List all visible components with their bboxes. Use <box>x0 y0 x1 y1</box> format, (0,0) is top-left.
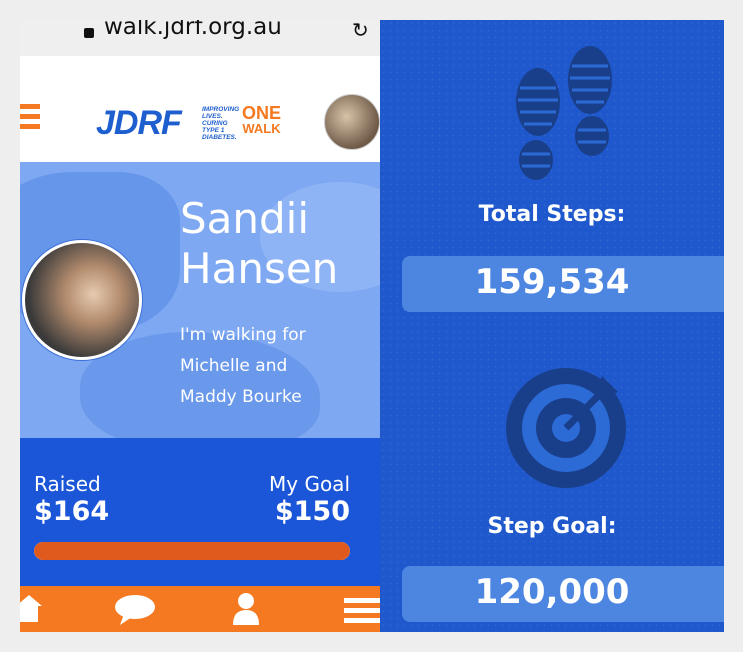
fundraising-stats: Raised $164 My Goal $150 <box>20 438 380 586</box>
goal-value: $150 <box>274 496 350 527</box>
jdrf-logo[interactable]: JDRF <box>96 104 182 143</box>
profile-icon[interactable] <box>232 592 260 626</box>
footprints-icon <box>516 46 612 180</box>
fundraising-page: walk.jdrf.org.au ↻ JDRF IMPROVING LIVES.… <box>20 20 380 632</box>
raised-value: $164 <box>34 496 110 527</box>
total-steps-value: 159,534 <box>474 262 630 302</box>
steps-panel: Total Steps: 159,534 Step Goal: 120,000 <box>380 20 724 632</box>
profile-hero: Sandii Hansen I'm walking for Michelle a… <box>20 162 380 438</box>
lock-icon <box>84 28 94 38</box>
composite-screenshot: walk.jdrf.org.au ↻ JDRF IMPROVING LIVES.… <box>20 20 724 632</box>
raised-label: Raised <box>34 472 101 496</box>
target-icon <box>506 368 626 488</box>
logo-tagline: IMPROVING LIVES. CURING TYPE 1 DIABETES. <box>202 106 240 141</box>
screenshot-frame: walk.jdrf.org.au ↻ JDRF IMPROVING LIVES.… <box>0 0 743 652</box>
header-avatar[interactable] <box>324 94 380 150</box>
progress-fill <box>34 542 350 560</box>
browser-url-bar[interactable]: walk.jdrf.org.au ↻ <box>20 20 380 57</box>
total-steps-label: Total Steps: <box>478 202 626 227</box>
url-text[interactable]: walk.jdrf.org.au <box>104 20 282 40</box>
menu-icon[interactable] <box>344 596 380 626</box>
bottom-nav <box>20 586 380 632</box>
chat-icon[interactable] <box>114 594 156 626</box>
step-goal-label: Step Goal: <box>487 514 617 539</box>
menu-icon[interactable] <box>20 104 40 130</box>
one-walk-logo: ONE WALK <box>242 103 282 136</box>
profile-name: Sandii Hansen <box>180 194 339 293</box>
profile-avatar <box>22 240 142 360</box>
reload-icon[interactable]: ↻ <box>352 20 369 42</box>
spacer <box>20 56 380 76</box>
walking-for-text: I'm walking for Michelle and Maddy Bourk… <box>180 325 306 407</box>
goal-label: My Goal <box>269 472 350 496</box>
home-icon[interactable] <box>20 592 44 624</box>
step-goal-value: 120,000 <box>474 572 630 612</box>
site-header: JDRF IMPROVING LIVES. CURING TYPE 1 DIAB… <box>20 76 380 163</box>
progress-bar <box>34 542 350 560</box>
